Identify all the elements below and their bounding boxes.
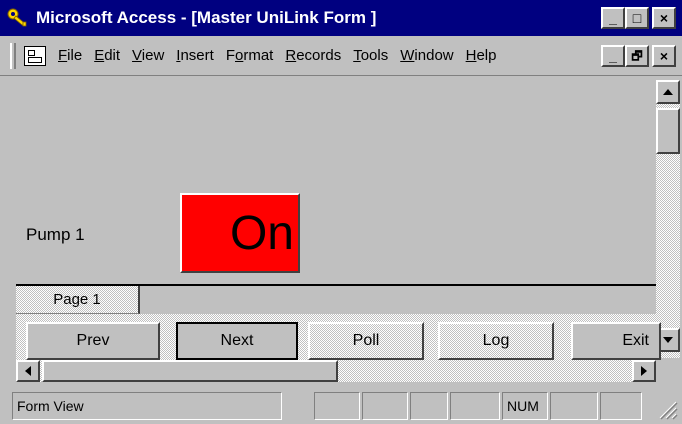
access-key-icon	[7, 8, 27, 27]
menubar-grip[interactable]	[10, 42, 16, 69]
close-icon: ×	[659, 48, 669, 64]
arrow-down-icon	[663, 337, 673, 343]
next-button[interactable]: Next	[176, 322, 298, 360]
doc-minimize-button[interactable]: _	[601, 45, 625, 67]
pump-label: Pump 1	[26, 225, 85, 244]
pump-state-toggle[interactable]: On	[180, 193, 300, 273]
scroll-up-button[interactable]	[656, 80, 680, 104]
window-title: Microsoft Access - [Master UniLink Form …	[36, 8, 377, 27]
prev-button[interactable]: Prev	[26, 322, 160, 360]
tab-page-1[interactable]: Page 1	[16, 286, 140, 314]
status-bar: Form View NUM	[0, 386, 682, 424]
horizontal-scrollbar[interactable]	[16, 360, 656, 382]
minimize-button[interactable]: _	[601, 7, 625, 29]
title-bar[interactable]: Microsoft Access - [Master UniLink Form …	[0, 0, 682, 36]
menu-window[interactable]: Window	[394, 47, 459, 64]
status-indicator-6	[550, 392, 598, 420]
maximize-icon: □	[632, 10, 642, 26]
menu-records[interactable]: Records	[279, 47, 347, 64]
menu-tools[interactable]: Tools	[347, 47, 394, 64]
horizontal-scroll-thumb[interactable]	[42, 360, 338, 382]
status-indicator-7	[600, 392, 642, 420]
log-button[interactable]: Log	[438, 322, 554, 360]
status-text: Form View	[12, 392, 282, 420]
menu-insert[interactable]: Insert	[170, 47, 220, 64]
arrow-right-icon	[641, 366, 647, 376]
scroll-right-button[interactable]	[632, 360, 656, 382]
status-indicator-1	[314, 392, 360, 420]
form-view-icon[interactable]	[24, 45, 46, 66]
menu-format[interactable]: Format	[220, 47, 280, 64]
vertical-scroll-thumb[interactable]	[656, 108, 680, 154]
close-icon: ×	[659, 10, 669, 26]
menu-help[interactable]: Help	[460, 47, 503, 64]
close-button[interactable]: ×	[652, 7, 676, 29]
navigation-area: Prev Next Poll Log Exit	[16, 314, 661, 362]
num-lock-indicator: NUM	[502, 392, 548, 420]
arrow-left-icon	[25, 366, 31, 376]
status-indicator-2	[362, 392, 408, 420]
resize-grip-icon[interactable]	[656, 398, 678, 420]
minimize-icon: _	[609, 10, 617, 26]
tab-label: Page 1	[53, 291, 101, 308]
page-tab-strip: Page 1	[16, 284, 656, 314]
restore-icon: 🗗	[631, 49, 643, 63]
minimize-icon: _	[609, 48, 617, 64]
menu-edit[interactable]: Edit	[88, 47, 126, 64]
scroll-left-button[interactable]	[16, 360, 40, 382]
menu-file[interactable]: File	[52, 47, 88, 64]
vertical-scrollbar[interactable]	[656, 80, 680, 358]
status-indicator-3	[410, 392, 448, 420]
arrow-up-icon	[663, 89, 673, 95]
poll-button[interactable]: Poll	[308, 322, 424, 360]
doc-restore-button[interactable]: 🗗	[625, 45, 649, 67]
doc-close-button[interactable]: ×	[652, 45, 676, 67]
exit-button[interactable]: Exit	[571, 322, 661, 360]
menu-bar: File Edit View Insert Format Records Too…	[0, 36, 682, 76]
maximize-button[interactable]: □	[625, 7, 649, 29]
form-detail-section: Pump 1 On	[16, 80, 656, 288]
status-indicator-4	[450, 392, 500, 420]
menu-view[interactable]: View	[126, 47, 170, 64]
